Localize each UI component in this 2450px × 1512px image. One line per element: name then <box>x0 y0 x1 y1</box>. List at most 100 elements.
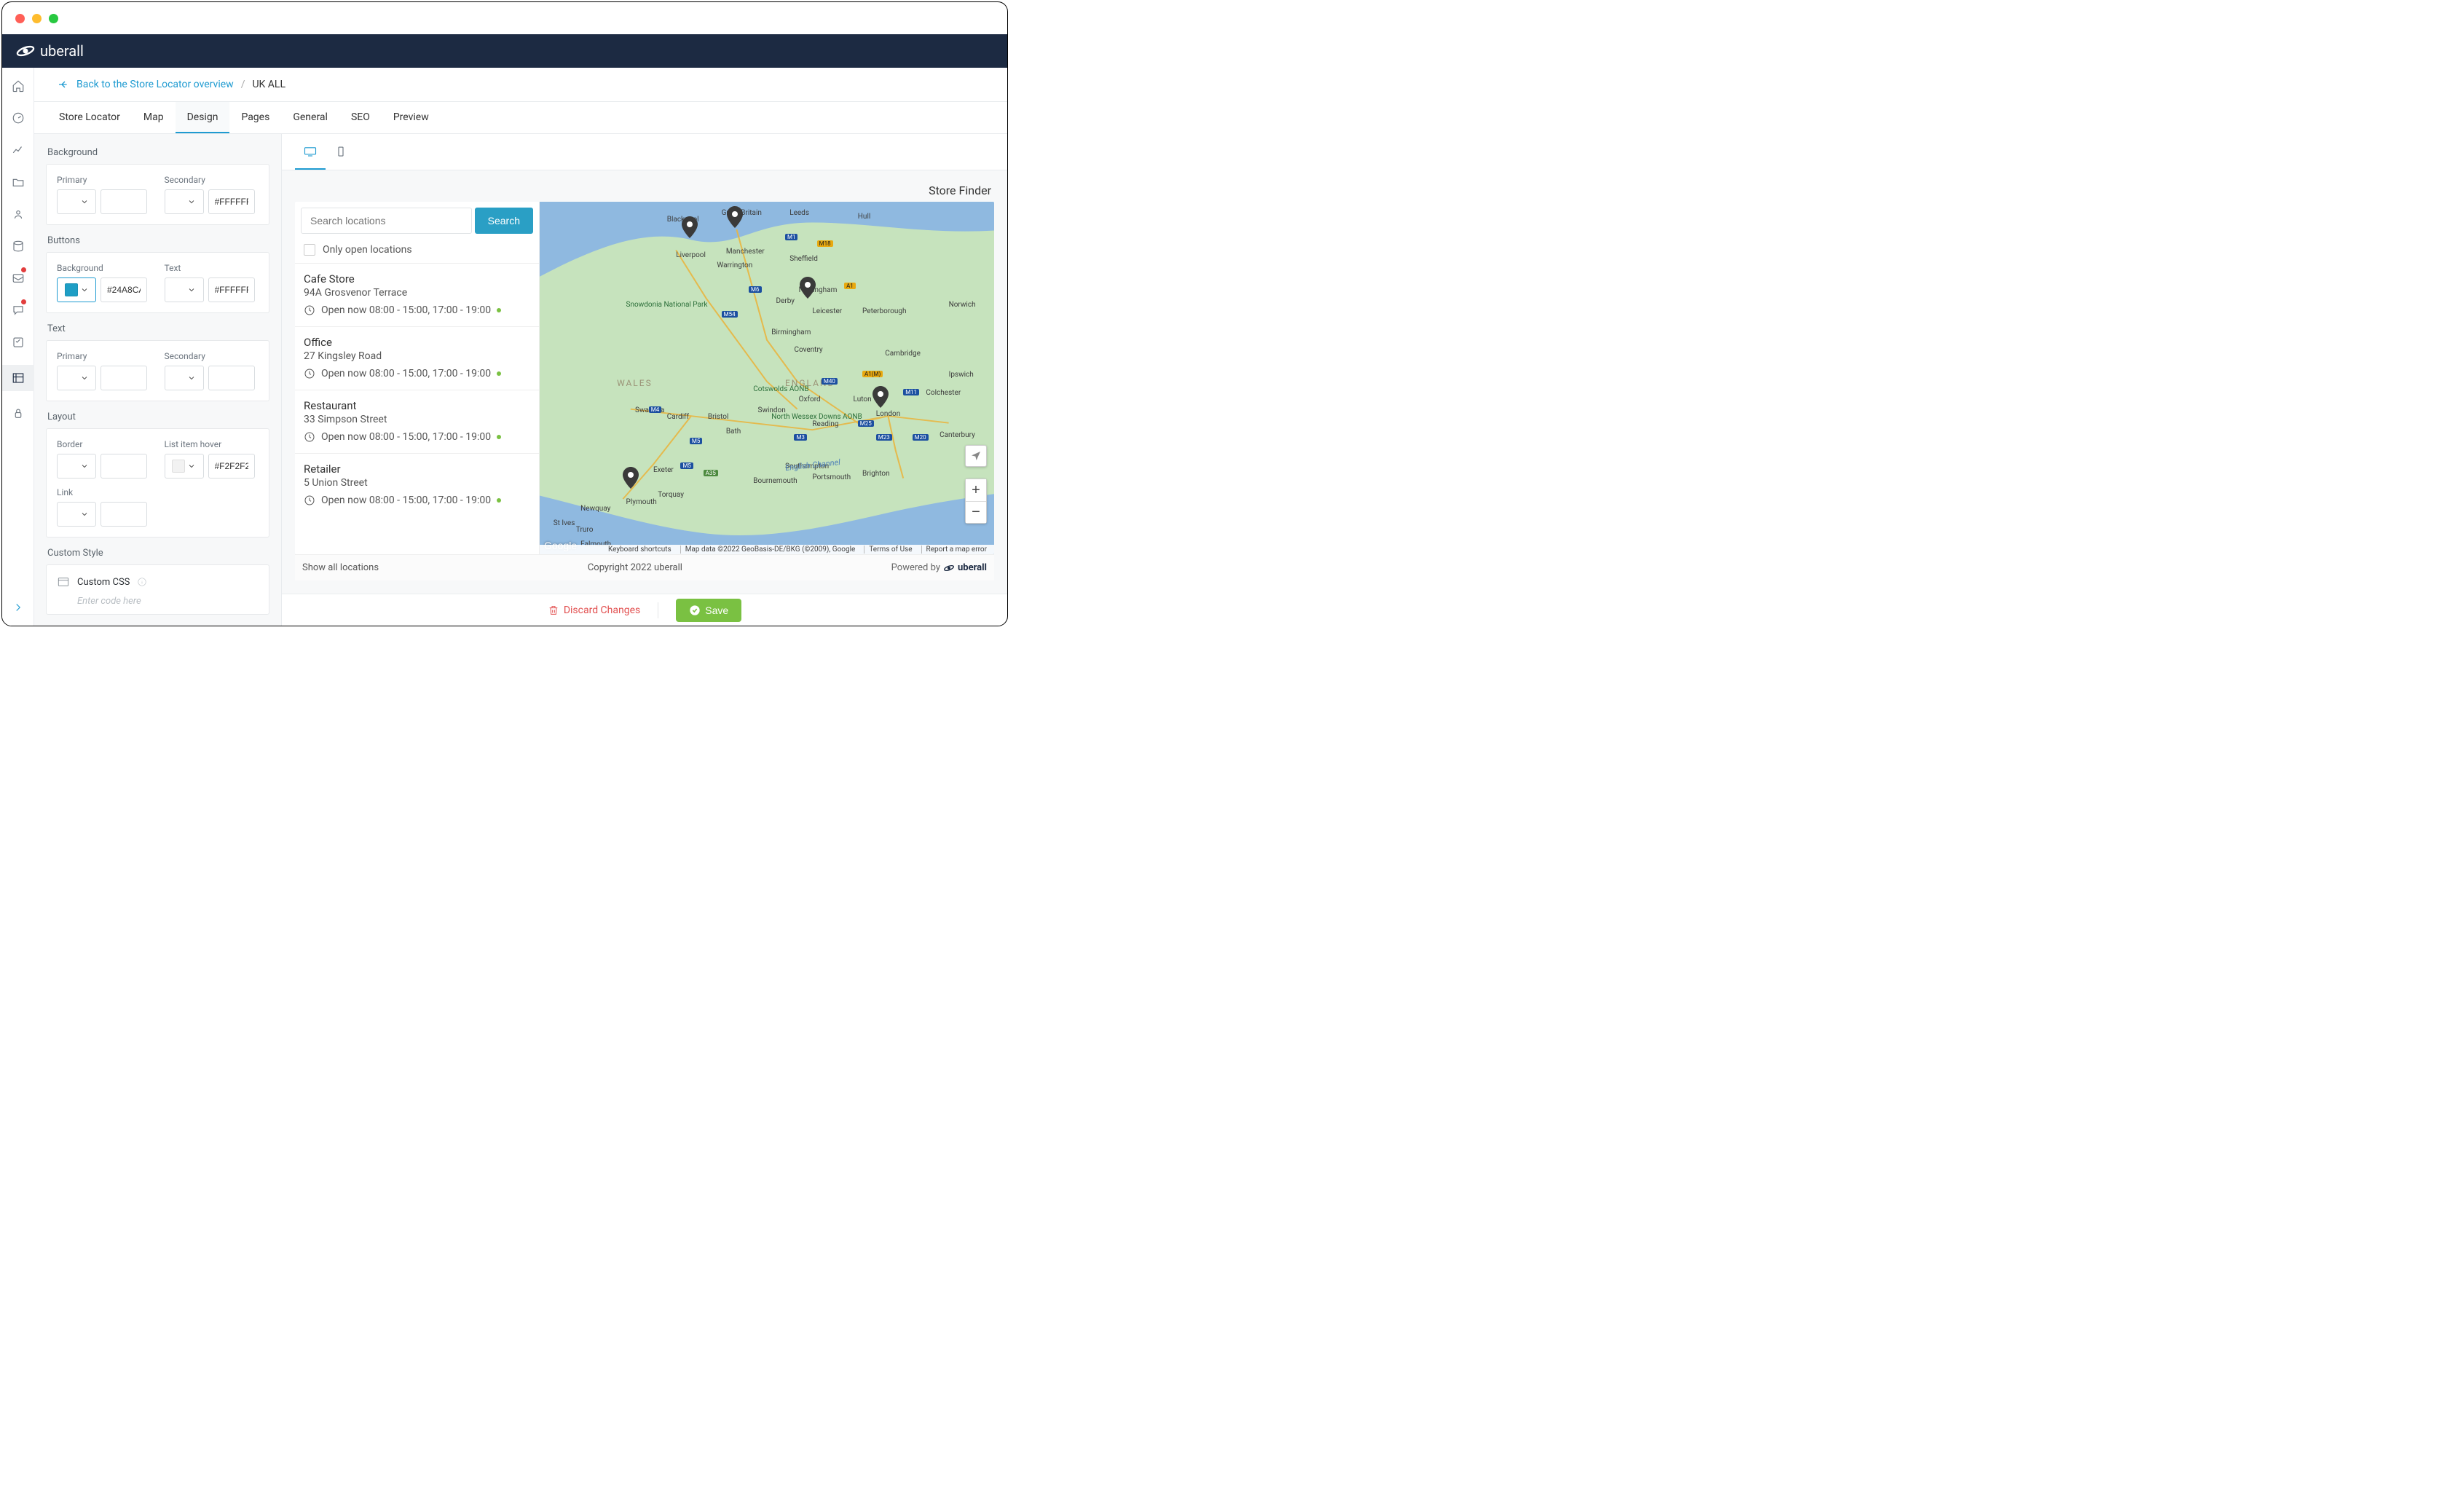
map-city-label: WALES <box>617 378 653 388</box>
custom-css-placeholder[interactable]: Enter code here <box>77 596 259 607</box>
rail-chat[interactable] <box>9 301 28 320</box>
rail-database[interactable] <box>9 237 28 256</box>
map-pin-icon[interactable] <box>726 206 744 228</box>
btn-bg-hex[interactable] <box>101 277 147 302</box>
layout-border-hex[interactable] <box>101 454 147 479</box>
text-secondary-hex[interactable] <box>208 366 255 390</box>
rail-folder[interactable] <box>9 173 28 192</box>
rail-analytics[interactable] <box>9 141 28 160</box>
map-city-label: Leicester <box>812 307 842 315</box>
finder-map[interactable]: BlackpoolGreat BritainLeedsHullLiverpool… <box>540 202 994 554</box>
store-finder-widget: Search Only open locations Cafe Store 94… <box>295 202 994 554</box>
map-pin-icon[interactable] <box>872 386 889 408</box>
clock-icon <box>304 304 315 316</box>
map-zoom-in[interactable]: + <box>966 479 986 501</box>
finder-search-button[interactable]: Search <box>475 208 533 234</box>
rail-expand[interactable] <box>9 598 28 617</box>
bg-secondary-swatch[interactable] <box>165 189 204 214</box>
discard-button[interactable]: Discard Changes <box>548 605 640 616</box>
rail-dashboard[interactable] <box>9 109 28 127</box>
tab-preview[interactable]: Preview <box>382 102 441 133</box>
map-road-shield: M3 <box>794 434 806 441</box>
map-locate-button[interactable] <box>965 445 987 467</box>
location-address: 5 Union Street <box>304 477 530 489</box>
layout-border-swatch[interactable] <box>57 454 96 479</box>
text-primary-hex[interactable] <box>101 366 147 390</box>
map-city-label: Cardiff <box>667 413 689 421</box>
bg-primary-hex[interactable] <box>101 189 147 214</box>
location-address: 33 Simpson Street <box>304 414 530 425</box>
device-mobile-tab[interactable] <box>326 134 356 170</box>
location-item[interactable]: Retailer 5 Union Street Open now 08:00 -… <box>295 453 539 516</box>
tab-pages[interactable]: Pages <box>229 102 281 133</box>
text-secondary-swatch[interactable] <box>165 366 204 390</box>
layout-hover-hex[interactable] <box>208 454 255 479</box>
finder-search-input[interactable] <box>301 208 472 234</box>
map-pin-icon[interactable] <box>681 216 698 238</box>
map-road-shield: M40 <box>822 378 838 385</box>
back-arrow-icon[interactable] <box>58 79 69 90</box>
custom-css-label: Custom CSS <box>77 577 130 588</box>
map-city-label: London <box>876 410 900 418</box>
zoom-window-dot[interactable] <box>49 14 58 23</box>
device-desktop-tab[interactable] <box>295 134 326 170</box>
save-button[interactable]: Save <box>676 599 741 622</box>
rail-home[interactable] <box>9 76 28 95</box>
location-item[interactable]: Cafe Store 94A Grosvenor Terrace Open no… <box>295 263 539 326</box>
map-city-label: Manchester <box>726 248 765 256</box>
map-city-label: Reading <box>812 420 838 428</box>
map-city-label: Plymouth <box>626 498 657 506</box>
map-attribution-item[interactable]: Keyboard shortcuts <box>604 546 676 554</box>
clock-icon <box>304 431 315 443</box>
open-status-dot <box>497 498 501 503</box>
map-city-label: Hull <box>858 213 871 221</box>
map-road-shield: M23 <box>876 434 892 441</box>
finder-show-all[interactable]: Show all locations <box>302 562 379 573</box>
close-window-dot[interactable] <box>15 14 25 23</box>
open-status-dot <box>497 371 501 376</box>
map-zoom-out[interactable]: − <box>966 501 986 523</box>
location-hours: Open now 08:00 - 15:00, 17:00 - 19:00 <box>304 495 530 506</box>
map-city-label: Exeter <box>653 466 674 474</box>
btn-bg-swatch[interactable] <box>57 277 96 302</box>
rail-location[interactable] <box>9 205 28 224</box>
layout-link-hex[interactable] <box>101 502 147 527</box>
map-city-label: Ipswich <box>949 371 974 379</box>
location-item[interactable]: Office 27 Kingsley Road Open now 08:00 -… <box>295 326 539 390</box>
map-city-label: Colchester <box>926 389 961 397</box>
btn-text-swatch[interactable] <box>165 277 204 302</box>
rail-store-locator[interactable] <box>2 365 34 391</box>
breadcrumb-back-link[interactable]: Back to the Store Locator overview <box>76 79 234 90</box>
map-road-shield: M18 <box>817 240 833 247</box>
map-pin-icon[interactable] <box>799 277 816 299</box>
map-city-label: Cambridge <box>885 350 921 358</box>
finder-filter-open[interactable]: Only open locations <box>295 240 539 263</box>
map-city-label: Bristol <box>708 413 729 421</box>
map-road-shield: M20 <box>913 434 929 441</box>
text-primary-swatch[interactable] <box>57 366 96 390</box>
rail-inbox[interactable] <box>9 269 28 288</box>
map-attribution-item[interactable]: Terms of Use <box>864 546 916 554</box>
layout-hover-swatch[interactable] <box>165 454 204 479</box>
tab-store-locator[interactable]: Store Locator <box>47 102 132 133</box>
bg-primary-swatch[interactable] <box>57 189 96 214</box>
map-attribution-item[interactable]: Report a map error <box>921 546 991 554</box>
map-city-label: Snowdonia National Park <box>626 301 708 309</box>
rail-reviews[interactable] <box>9 333 28 352</box>
map-city-label: Truro <box>576 526 594 534</box>
tab-design[interactable]: Design <box>176 102 230 133</box>
device-tabs <box>282 134 1007 170</box>
minimize-window-dot[interactable] <box>32 14 42 23</box>
location-item[interactable]: Restaurant 33 Simpson Street Open now 08… <box>295 390 539 453</box>
map-city-label: Torquay <box>658 491 684 499</box>
tab-general[interactable]: General <box>281 102 339 133</box>
tab-map[interactable]: Map <box>132 102 176 133</box>
bg-secondary-hex[interactable] <box>208 189 255 214</box>
map-city-label: Peterborough <box>862 307 906 315</box>
tab-seo[interactable]: SEO <box>339 102 382 133</box>
map-pin-icon[interactable] <box>622 467 639 489</box>
info-icon[interactable] <box>137 577 147 587</box>
btn-text-hex[interactable] <box>208 277 255 302</box>
layout-link-swatch[interactable] <box>57 502 96 527</box>
rail-user[interactable] <box>9 404 28 423</box>
